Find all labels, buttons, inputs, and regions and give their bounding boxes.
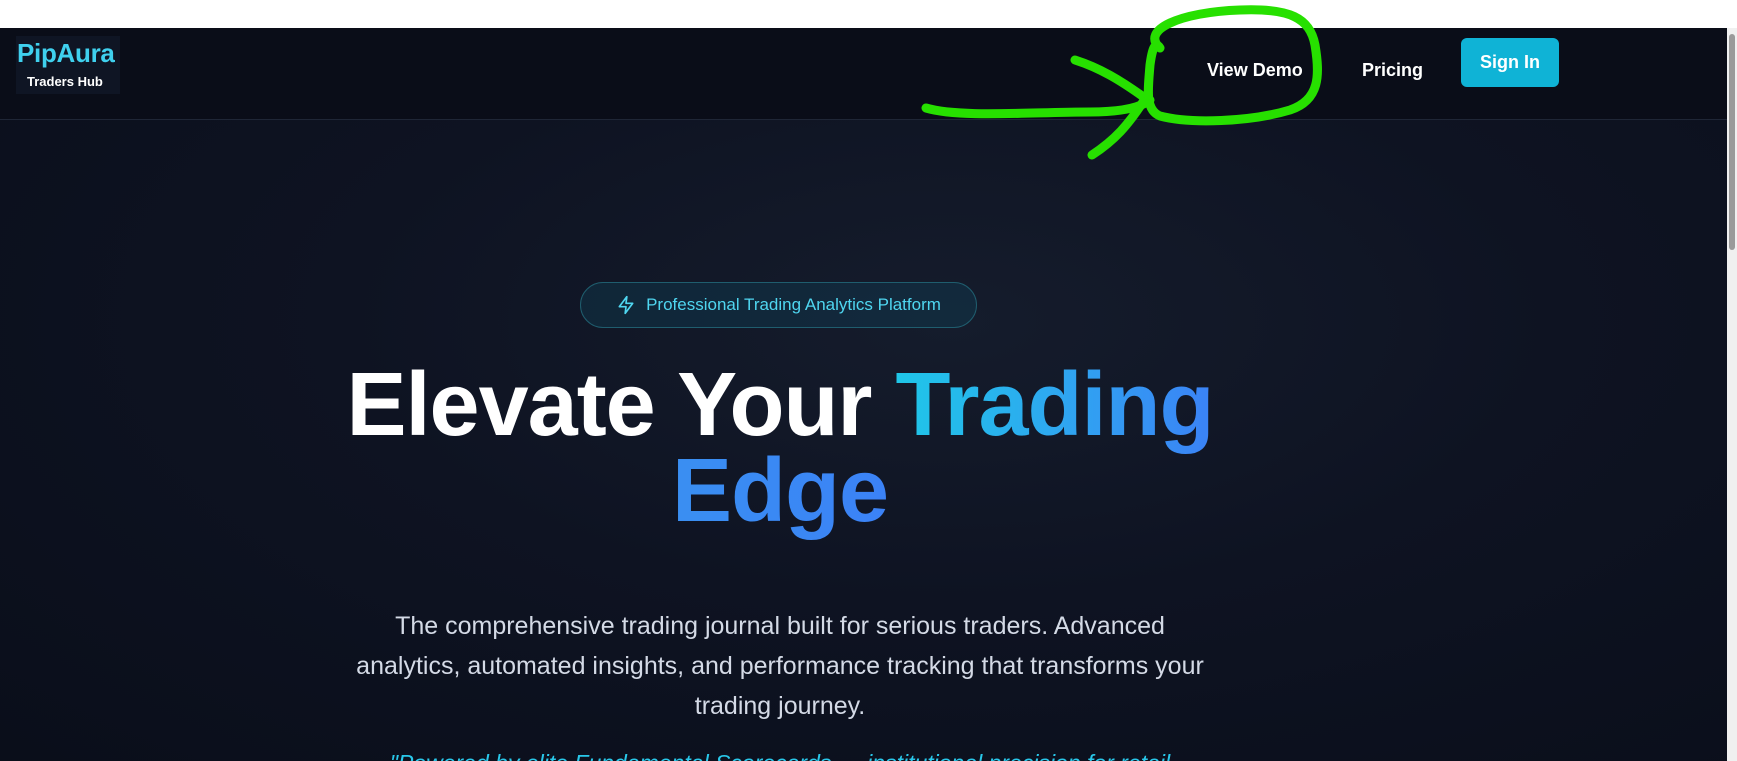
browser-top-strip xyxy=(0,0,1737,28)
hero-title-line-2: Edge xyxy=(0,446,1560,536)
lightning-bolt-icon xyxy=(616,295,636,315)
brand-name: PipAura xyxy=(17,38,115,68)
badge-text: Professional Trading Analytics Platform xyxy=(646,295,941,314)
hero-quote: "Powered by elite Fundamental Scorecards… xyxy=(0,750,1560,761)
scrollbar-thumb[interactable] xyxy=(1729,34,1735,250)
hero-badge: Professional Trading Analytics Platform xyxy=(580,282,977,328)
brand-logo[interactable]: PipAura Traders Hub xyxy=(16,36,120,94)
brand-tagline: Traders Hub xyxy=(27,74,103,89)
landing-page: PipAura Traders Hub View Demo Pricing Si… xyxy=(0,28,1727,761)
sign-in-button[interactable]: Sign In xyxy=(1461,38,1559,87)
navbar: PipAura Traders Hub View Demo Pricing Si… xyxy=(0,28,1727,120)
hero-description: The comprehensive trading journal built … xyxy=(356,612,1204,720)
hero-title-line-1: Elevate Your Trading xyxy=(0,360,1560,450)
hero-title-white: Elevate Your xyxy=(346,355,896,455)
hero-title-accent-trading: Trading xyxy=(895,355,1214,455)
pricing-link[interactable]: Pricing xyxy=(1362,52,1423,88)
hero-title-accent-edge: Edge xyxy=(671,441,889,541)
view-demo-link[interactable]: View Demo xyxy=(1207,52,1303,88)
